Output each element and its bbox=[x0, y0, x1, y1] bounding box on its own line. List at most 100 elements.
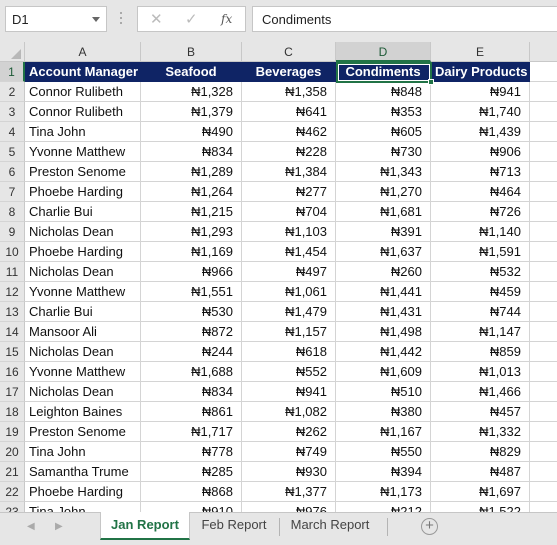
cell-amount[interactable]: ₦530 bbox=[141, 302, 242, 322]
cell-amount[interactable]: ₦353 bbox=[336, 102, 431, 122]
cell[interactable] bbox=[530, 302, 557, 322]
cell-amount[interactable]: ₦966 bbox=[141, 262, 242, 282]
cell[interactable] bbox=[530, 362, 557, 382]
cell[interactable] bbox=[530, 262, 557, 282]
cell-amount[interactable]: ₦1,332 bbox=[431, 422, 530, 442]
cell[interactable] bbox=[530, 382, 557, 402]
cell-amount[interactable]: ₦834 bbox=[141, 142, 242, 162]
cell-amount[interactable]: ₦391 bbox=[336, 222, 431, 242]
cell-amount[interactable]: ₦394 bbox=[336, 462, 431, 482]
row-header[interactable]: 14 bbox=[0, 322, 25, 342]
cell-amount[interactable]: ₦906 bbox=[431, 142, 530, 162]
cell-amount[interactable]: ₦726 bbox=[431, 202, 530, 222]
row-header[interactable]: 7 bbox=[0, 182, 25, 202]
sheet-tab-march-report[interactable]: March Report bbox=[280, 512, 380, 540]
cell[interactable] bbox=[530, 462, 557, 482]
row-header[interactable]: 5 bbox=[0, 142, 25, 162]
select-all-button[interactable] bbox=[0, 42, 25, 62]
cell-amount[interactable]: ₦834 bbox=[141, 382, 242, 402]
cell-amount[interactable]: ₦868 bbox=[141, 482, 242, 502]
column-header-c[interactable]: C bbox=[242, 42, 336, 62]
cell-amount[interactable]: ₦1,384 bbox=[242, 162, 336, 182]
cell-amount[interactable]: ₦1,439 bbox=[431, 122, 530, 142]
cell-amount[interactable]: ₦749 bbox=[242, 442, 336, 462]
cell-amount[interactable]: ₦1,637 bbox=[336, 242, 431, 262]
sheet-tab-feb-report[interactable]: Feb Report bbox=[190, 512, 278, 540]
cell-amount[interactable]: ₦1,522 bbox=[431, 502, 530, 512]
cell-amount[interactable]: ₦1,289 bbox=[141, 162, 242, 182]
cell[interactable] bbox=[530, 402, 557, 422]
cell[interactable] bbox=[530, 82, 557, 102]
cell-account-manager[interactable]: Connor Rulibeth bbox=[25, 82, 141, 102]
cell-account-manager[interactable]: Nicholas Dean bbox=[25, 342, 141, 362]
cell-amount[interactable]: ₦744 bbox=[431, 302, 530, 322]
cell[interactable] bbox=[530, 322, 557, 342]
cell-amount[interactable]: ₦1,442 bbox=[336, 342, 431, 362]
cell-amount[interactable]: ₦262 bbox=[242, 422, 336, 442]
cell-amount[interactable]: ₦285 bbox=[141, 462, 242, 482]
cell-amount[interactable]: ₦1,328 bbox=[141, 82, 242, 102]
row-header[interactable]: 21 bbox=[0, 462, 25, 482]
cell-amount[interactable]: ₦490 bbox=[141, 122, 242, 142]
row-header[interactable]: 12 bbox=[0, 282, 25, 302]
sheet-tab-jan-report[interactable]: Jan Report bbox=[100, 512, 190, 540]
cell-amount[interactable]: ₦848 bbox=[336, 82, 431, 102]
cell-amount[interactable]: ₦1,498 bbox=[336, 322, 431, 342]
cell-amount[interactable]: ₦1,466 bbox=[431, 382, 530, 402]
cell-amount[interactable]: ₦1,609 bbox=[336, 362, 431, 382]
cell-amount[interactable]: ₦510 bbox=[336, 382, 431, 402]
cell[interactable] bbox=[530, 502, 557, 512]
cell[interactable] bbox=[530, 422, 557, 442]
cell-account-manager[interactable]: Tina John bbox=[25, 502, 141, 512]
cell-amount[interactable]: ₦552 bbox=[242, 362, 336, 382]
cell[interactable] bbox=[530, 122, 557, 142]
cell-amount[interactable]: ₦1,215 bbox=[141, 202, 242, 222]
cell-amount[interactable]: ₦1,688 bbox=[141, 362, 242, 382]
cell-account-manager[interactable]: Mansoor Ali bbox=[25, 322, 141, 342]
cell-amount[interactable]: ₦976 bbox=[242, 502, 336, 512]
cell-account-manager[interactable]: Preston Senome bbox=[25, 162, 141, 182]
cell-account-manager[interactable]: Nicholas Dean bbox=[25, 262, 141, 282]
cell-amount[interactable]: ₦930 bbox=[242, 462, 336, 482]
cell-account-manager[interactable]: Tina John bbox=[25, 122, 141, 142]
cell-amount[interactable]: ₦1,140 bbox=[431, 222, 530, 242]
cell-amount[interactable]: ₦277 bbox=[242, 182, 336, 202]
row-header[interactable]: 20 bbox=[0, 442, 25, 462]
cell-amount[interactable]: ₦704 bbox=[242, 202, 336, 222]
cell-amount[interactable]: ₦550 bbox=[336, 442, 431, 462]
cell-amount[interactable]: ₦260 bbox=[336, 262, 431, 282]
row-header[interactable]: 2 bbox=[0, 82, 25, 102]
row-header[interactable]: 15 bbox=[0, 342, 25, 362]
cell-amount[interactable]: ₦859 bbox=[431, 342, 530, 362]
cell-amount[interactable]: ₦487 bbox=[431, 462, 530, 482]
column-header-d[interactable]: D bbox=[336, 42, 431, 62]
cell-account-manager[interactable]: Phoebe Harding bbox=[25, 482, 141, 502]
cell-amount[interactable]: ₦1,082 bbox=[242, 402, 336, 422]
cell-amount[interactable]: ₦618 bbox=[242, 342, 336, 362]
cell-amount[interactable]: ₦1,697 bbox=[431, 482, 530, 502]
cell-account-manager[interactable]: Yvonne Matthew bbox=[25, 142, 141, 162]
cell-amount[interactable]: ₦605 bbox=[336, 122, 431, 142]
cell-amount[interactable]: ₦1,147 bbox=[431, 322, 530, 342]
cell-amount[interactable]: ₦1,103 bbox=[242, 222, 336, 242]
row-header[interactable]: 23 bbox=[0, 502, 25, 512]
cell-amount[interactable]: ₦941 bbox=[431, 82, 530, 102]
header-seafood[interactable]: Seafood bbox=[141, 62, 242, 82]
cell-amount[interactable]: ₦1,717 bbox=[141, 422, 242, 442]
cell-account-manager[interactable]: Nicholas Dean bbox=[25, 222, 141, 242]
cell-amount[interactable]: ₦910 bbox=[141, 502, 242, 512]
chevron-down-icon[interactable] bbox=[92, 17, 100, 22]
row-header[interactable]: 10 bbox=[0, 242, 25, 262]
cell-amount[interactable]: ₦1,431 bbox=[336, 302, 431, 322]
row-header[interactable]: 6 bbox=[0, 162, 25, 182]
formula-input[interactable]: Condiments bbox=[252, 6, 557, 32]
row-header[interactable]: 17 bbox=[0, 382, 25, 402]
cell-amount[interactable]: ₦829 bbox=[431, 442, 530, 462]
row-header[interactable]: 4 bbox=[0, 122, 25, 142]
cell-amount[interactable]: ₦212 bbox=[336, 502, 431, 512]
row-header[interactable]: 13 bbox=[0, 302, 25, 322]
cell-amount[interactable]: ₦244 bbox=[141, 342, 242, 362]
cell-account-manager[interactable]: Charlie Bui bbox=[25, 202, 141, 222]
cell-account-manager[interactable]: Yvonne Matthew bbox=[25, 282, 141, 302]
cell-amount[interactable]: ₦1,343 bbox=[336, 162, 431, 182]
